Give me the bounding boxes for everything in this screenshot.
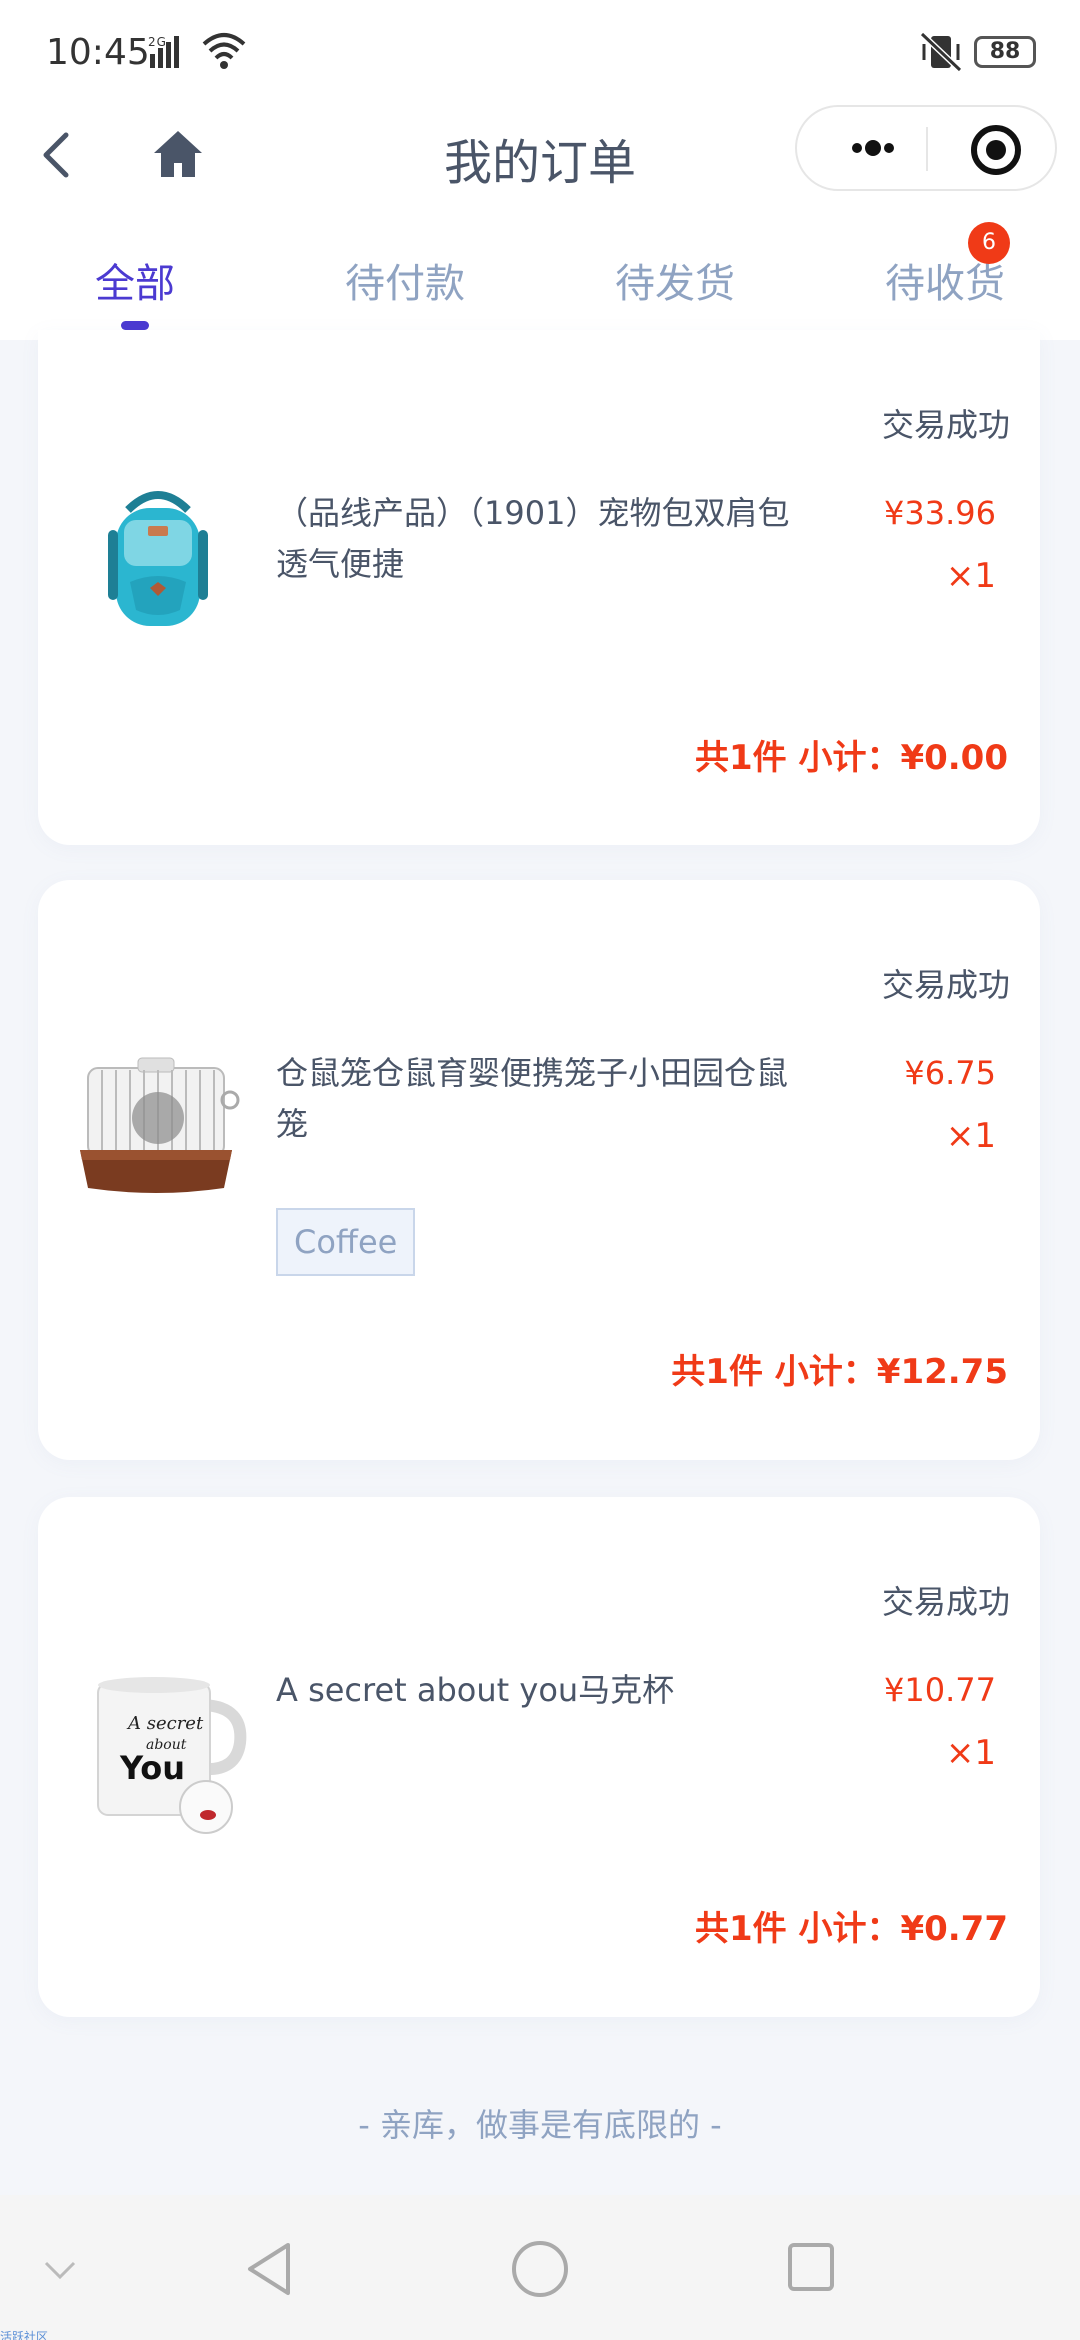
system-recents-icon[interactable] <box>786 2241 836 2293</box>
product-image[interactable] <box>68 470 248 650</box>
order-status: 交易成功 <box>881 1583 1010 1621</box>
signal-icon: 2G <box>148 34 196 77</box>
tab-pending-payment[interactable]: 待付款 <box>270 215 540 340</box>
tab-label: 待付款 <box>345 261 465 307</box>
tab-pending-shipment[interactable]: 待发货 <box>540 215 810 340</box>
capsule-divider <box>926 127 928 171</box>
system-nav-bar <box>0 2195 1080 2340</box>
order-status: 交易成功 <box>881 406 1010 444</box>
product-price: ¥33.96 <box>884 494 996 532</box>
tab-badge: 6 <box>968 222 1010 264</box>
tab-pending-receipt[interactable]: 待收货 <box>810 215 1080 340</box>
mug-print-line-3: You <box>119 1749 185 1787</box>
product-quantity: ×1 <box>945 1733 996 1773</box>
product-title[interactable]: A secret about you马克杯 <box>276 1665 796 1716</box>
list-end-note: - 亲库，做事是有底限的 - <box>358 2106 722 2144</box>
svg-text:2G: 2G <box>148 35 167 49</box>
order-subtotal: 共1件 小计：¥12.75 <box>671 1352 1008 1392</box>
active-tab-indicator <box>121 321 149 330</box>
product-title[interactable]: （品线产品）（1901）宠物包双肩包透气便捷 <box>276 488 796 590</box>
order-subtotal: 共1件 小计：¥0.00 <box>694 738 1008 778</box>
order-subtotal: 共1件 小计：¥0.77 <box>694 1909 1008 1949</box>
close-miniapp-icon[interactable] <box>967 121 1025 179</box>
tab-label: 全部 <box>95 261 175 307</box>
tab-label: 待收货 <box>885 261 1005 307</box>
more-icon[interactable] <box>827 117 917 179</box>
miniapp-capsule <box>795 105 1057 191</box>
product-quantity: ×1 <box>945 556 996 596</box>
product-price: ¥10.77 <box>884 1671 996 1709</box>
product-image[interactable] <box>68 1030 248 1210</box>
order-card[interactable]: 交易成功 （品线产品）（1901）宠物包双肩包透气便捷 ¥33.96 ×1 共1… <box>38 330 1040 845</box>
mug-print-line-1: A secret <box>126 1713 204 1734</box>
status-bar: 10:45 2G 88 <box>0 0 1080 105</box>
order-card[interactable]: 交易成功 仓鼠笼仓鼠育婴便携笼子小田园仓鼠笼 ¥6.75 ×1 Coffee 共… <box>38 880 1040 1460</box>
product-image[interactable]: A secret about You <box>68 1657 248 1837</box>
battery-icon: 88 <box>974 36 1036 68</box>
system-back-icon[interactable] <box>244 2239 294 2299</box>
order-status: 交易成功 <box>881 966 1010 1004</box>
order-tabs: 全部 待付款 待发货 待收货 <box>0 215 1080 340</box>
vibrate-mute-icon <box>918 30 964 74</box>
tab-all[interactable]: 全部 <box>0 215 270 340</box>
system-home-icon[interactable] <box>510 2239 570 2299</box>
product-quantity: ×1 <box>945 1116 996 1156</box>
product-spec-tag: Coffee <box>276 1208 416 1276</box>
tab-label: 待发货 <box>615 261 735 307</box>
nav-bar: 我的订单 <box>0 105 1080 215</box>
chevron-down-icon[interactable] <box>40 2255 80 2285</box>
watermark: 活跃社区 <box>0 2330 49 2340</box>
product-title[interactable]: 仓鼠笼仓鼠育婴便携笼子小田园仓鼠笼 <box>276 1048 796 1150</box>
wifi-icon <box>202 30 246 70</box>
status-time: 10:45 <box>46 32 150 73</box>
product-price: ¥6.75 <box>904 1054 996 1092</box>
order-card[interactable]: 交易成功 A secret about You A secret about y… <box>38 1497 1040 2017</box>
